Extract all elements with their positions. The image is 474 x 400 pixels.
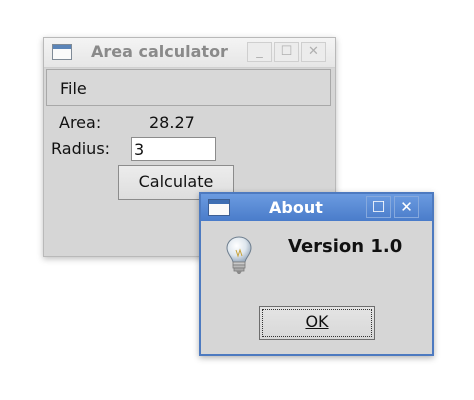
area-value: 28.27 xyxy=(149,113,195,132)
close-button[interactable]: ✕ xyxy=(394,196,419,218)
about-dialog: About ☐ ✕ Version 1.0 OK xyxy=(199,192,434,356)
about-titlebar[interactable]: About ☐ ✕ xyxy=(201,194,432,221)
radius-input[interactable] xyxy=(131,137,216,161)
lightbulb-icon xyxy=(226,236,252,274)
about-title: About xyxy=(269,198,323,217)
window-icon[interactable] xyxy=(52,44,72,60)
radius-label: Radius: xyxy=(51,139,111,158)
menu-bar: File xyxy=(46,69,331,106)
ok-button[interactable]: OK xyxy=(259,306,375,340)
main-window-title: Area calculator xyxy=(91,42,228,61)
version-text: Version 1.0 xyxy=(288,236,403,257)
window-icon[interactable] xyxy=(208,199,230,216)
maximize-button[interactable]: ☐ xyxy=(366,196,391,218)
ok-button-label: OK xyxy=(305,312,329,331)
close-button[interactable]: ✕ xyxy=(301,42,326,62)
main-titlebar[interactable]: Area calculator _ ☐ ✕ xyxy=(44,38,335,68)
menu-file[interactable]: File xyxy=(60,79,87,98)
minimize-button[interactable]: _ xyxy=(247,42,272,62)
maximize-button[interactable]: ☐ xyxy=(274,42,299,62)
area-label: Area: xyxy=(59,113,102,132)
